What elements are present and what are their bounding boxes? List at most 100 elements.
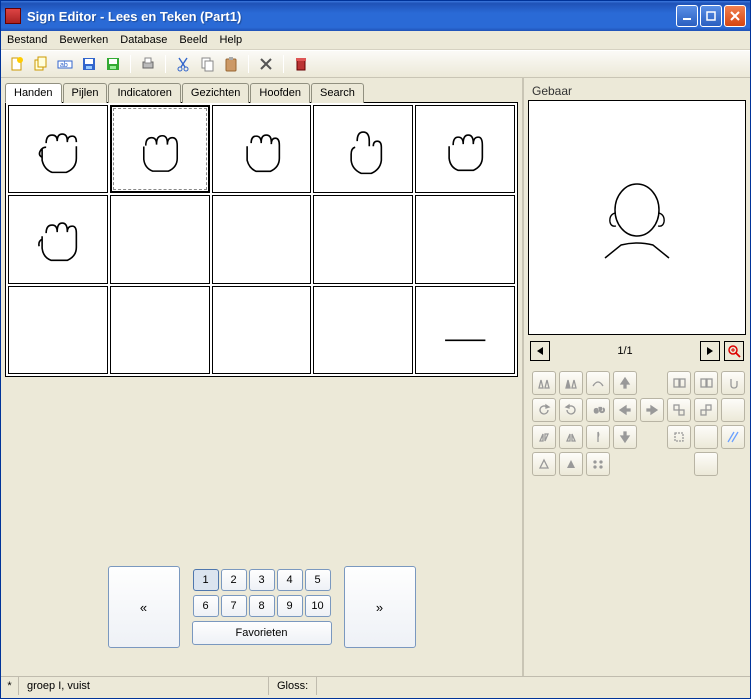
toolbar-separator	[248, 55, 249, 73]
maximize-button[interactable]	[700, 5, 722, 27]
cut-icon[interactable]	[173, 54, 193, 74]
tab-indicatoren[interactable]: Indicatoren	[108, 83, 180, 103]
blank-tool-icon[interactable]	[721, 398, 745, 422]
close-button[interactable]	[724, 5, 746, 27]
flip-v-icon[interactable]	[559, 371, 583, 395]
rotate-cw-icon[interactable]	[559, 398, 583, 422]
tab-search[interactable]: Search	[311, 83, 364, 103]
tri-up2-icon[interactable]	[559, 452, 583, 476]
tab-hoofden[interactable]: Hoofden	[250, 83, 310, 103]
handshape-cell-empty[interactable]	[313, 286, 413, 374]
rotate-ccw-icon[interactable]	[532, 398, 556, 422]
bounds-icon[interactable]	[667, 425, 691, 449]
delete-icon[interactable]	[256, 54, 276, 74]
favorites-button[interactable]: Favorieten	[192, 621, 332, 645]
tri-up-icon[interactable]	[532, 452, 556, 476]
handshape-cell-empty[interactable]	[110, 195, 210, 283]
stack-left-icon[interactable]	[667, 398, 691, 422]
handshape-cell[interactable]	[212, 105, 312, 193]
half-icon[interactable]	[586, 425, 610, 449]
toolbar-separator	[130, 55, 131, 73]
handshape-cell-selected[interactable]	[110, 105, 210, 193]
menu-bestand[interactable]: Bestand	[7, 34, 47, 46]
hand-symbol-icon[interactable]	[721, 371, 745, 395]
copy-doc-icon[interactable]	[31, 54, 51, 74]
handshape-cell-empty[interactable]	[415, 195, 515, 283]
dots-icon[interactable]	[586, 452, 610, 476]
handshape-cell-empty[interactable]	[212, 195, 312, 283]
tab-pijlen[interactable]: Pijlen	[63, 83, 108, 103]
handshape-cell[interactable]	[415, 105, 515, 193]
app-icon	[5, 8, 21, 24]
page-3-button[interactable]: 3	[249, 569, 275, 591]
mirror-tri2-icon[interactable]	[559, 425, 583, 449]
menubar: Bestand Bewerken Database Beeld Help	[1, 31, 750, 50]
paste-icon[interactable]	[221, 54, 241, 74]
svg-text:ab: ab	[60, 62, 68, 69]
stack-right-icon[interactable]	[694, 398, 718, 422]
blank-tool-icon[interactable]	[694, 425, 718, 449]
trash-icon[interactable]	[291, 54, 311, 74]
page-2-button[interactable]: 2	[221, 569, 247, 591]
arrow-left-icon[interactable]	[613, 398, 637, 422]
handshape-cell-empty[interactable]	[8, 286, 108, 374]
menu-database[interactable]: Database	[120, 34, 167, 46]
pager-prev-button[interactable]: «	[108, 566, 180, 648]
menu-beeld[interactable]: Beeld	[179, 34, 207, 46]
page-7-button[interactable]: 7	[221, 595, 247, 617]
flip-h-icon[interactable]	[532, 371, 556, 395]
page-1-button[interactable]: 1	[193, 569, 219, 591]
copy-icon[interactable]	[197, 54, 217, 74]
page-4-button[interactable]: 4	[277, 569, 303, 591]
handshape-grid	[5, 102, 518, 377]
main-area: Handen Pijlen Indicatoren Gezichten Hoof…	[1, 78, 750, 676]
handshape-cell[interactable]	[8, 105, 108, 193]
diagonal-lines-icon[interactable]	[721, 425, 745, 449]
status-modified-indicator: *	[1, 677, 19, 695]
status-group: groep I, vuist	[19, 677, 269, 695]
save-icon[interactable]	[79, 54, 99, 74]
gebaar-prev-button[interactable]	[530, 341, 550, 361]
tab-gezichten[interactable]: Gezichten	[182, 83, 250, 103]
statusbar: * groep I, vuist Gloss:	[1, 676, 750, 695]
menu-help[interactable]: Help	[220, 34, 243, 46]
save-db-icon[interactable]	[103, 54, 123, 74]
dup-right-icon[interactable]	[667, 371, 691, 395]
print-icon[interactable]	[138, 54, 158, 74]
page-8-button[interactable]: 8	[249, 595, 275, 617]
toolbar: ab	[1, 50, 750, 78]
handshape-cell[interactable]	[415, 286, 515, 374]
menu-bewerken[interactable]: Bewerken	[59, 34, 108, 46]
gebaar-canvas[interactable]	[528, 100, 746, 335]
blank-tool-icon[interactable]	[694, 452, 718, 476]
tab-handen[interactable]: Handen	[5, 83, 62, 103]
arc-icon[interactable]	[586, 371, 610, 395]
page-5-button[interactable]: 5	[305, 569, 331, 591]
gebaar-next-button[interactable]	[700, 341, 720, 361]
handshape-cell-empty[interactable]	[110, 286, 210, 374]
arrow-down-icon[interactable]	[613, 425, 637, 449]
handshape-cell[interactable]	[8, 195, 108, 283]
handshape-cell-empty[interactable]	[212, 286, 312, 374]
pager-next-button[interactable]: »	[344, 566, 416, 648]
titlebar: Sign Editor - Lees en Teken (Part1)	[1, 1, 750, 31]
pager: « 1 2 3 4 5 6 7 8 9 10 Favorieten »	[1, 546, 522, 676]
arrow-up-icon[interactable]	[613, 371, 637, 395]
left-pane: Handen Pijlen Indicatoren Gezichten Hoof…	[1, 78, 524, 676]
arrow-right-icon[interactable]	[640, 398, 664, 422]
handshape-cell-empty[interactable]	[313, 195, 413, 283]
page-10-button[interactable]: 10	[305, 595, 331, 617]
handshape-cell[interactable]	[313, 105, 413, 193]
gebaar-nav: 1/1	[524, 335, 750, 367]
minimize-button[interactable]	[676, 5, 698, 27]
rotate-east-icon[interactable]: e↻	[586, 398, 610, 422]
new-doc-icon[interactable]	[7, 54, 27, 74]
dup-r2-icon[interactable]	[694, 371, 718, 395]
page-6-button[interactable]: 6	[193, 595, 219, 617]
rename-icon[interactable]: ab	[55, 54, 75, 74]
page-9-button[interactable]: 9	[277, 595, 303, 617]
transform-tools: e↻	[524, 367, 750, 480]
mirror-tri-icon[interactable]	[532, 425, 556, 449]
zoom-icon[interactable]	[724, 341, 744, 361]
toolbar-separator	[283, 55, 284, 73]
